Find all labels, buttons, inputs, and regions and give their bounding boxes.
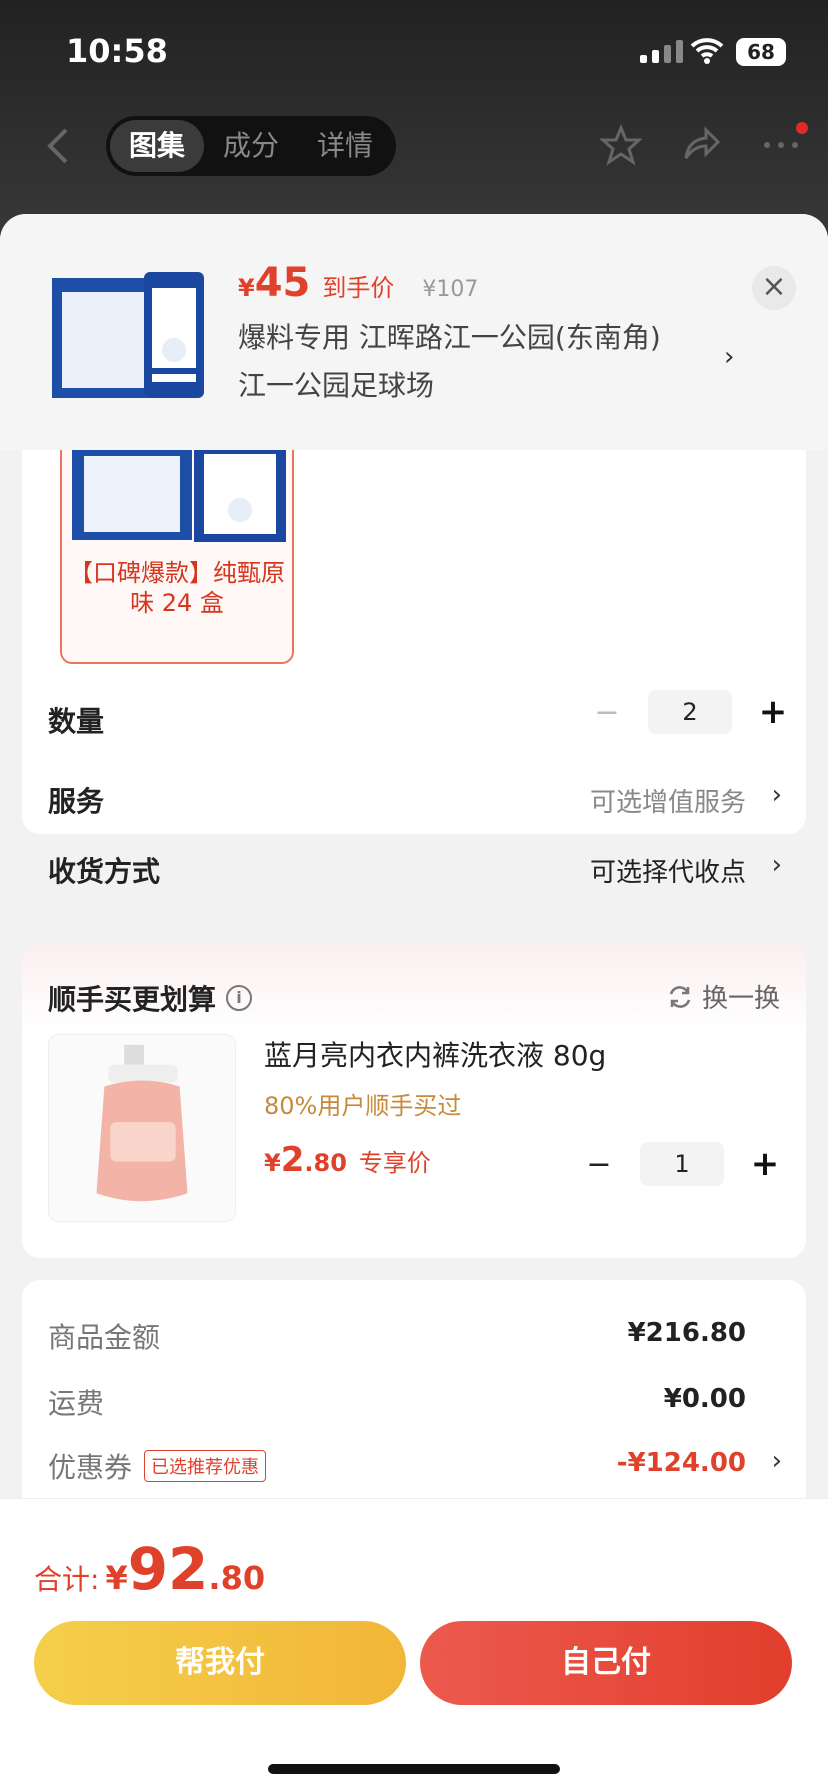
bundle-title-text: 顺手买更划算 xyxy=(48,983,217,1016)
coupon-value: -¥124.00 xyxy=(616,1448,746,1478)
service-chevron-icon: › xyxy=(771,780,782,810)
bundle-card: 顺手买更划算 i 换一换 蓝月亮内衣内裤洗衣液 80g 80%用户顺手买过 ¥ … xyxy=(22,944,806,1258)
checkout-bar: 合计: ¥ 92 .80 帮我付 自己付 xyxy=(0,1498,828,1792)
bundle-price-currency: ¥ xyxy=(264,1149,281,1177)
sku-image xyxy=(72,450,286,542)
original-price: ¥107 xyxy=(422,277,479,302)
total-int: 92 xyxy=(127,1535,209,1603)
tab-gallery[interactable]: 图集 xyxy=(110,120,204,172)
bundle-quantity-input[interactable]: 1 xyxy=(640,1142,724,1186)
coupon-row[interactable]: 优惠券 已选推荐优惠 -¥124.00 › xyxy=(48,1438,788,1488)
quantity-row: 数量 − 2 + xyxy=(48,690,788,750)
service-value: 可选增值服务 xyxy=(589,788,746,818)
battery-indicator: 68 xyxy=(736,38,786,66)
delivery-method-row[interactable]: 收货方式 可选择代收点 › xyxy=(48,840,788,900)
coupon-label: 优惠券 xyxy=(48,1451,133,1484)
refresh-icon xyxy=(669,985,691,1008)
coupon-chevron-icon: › xyxy=(771,1446,782,1476)
quantity-stepper: − 2 + xyxy=(592,690,788,734)
cellular-signal-icon xyxy=(640,40,683,63)
bundle-item-image xyxy=(48,1034,236,1222)
price-tag: 到手价 xyxy=(322,274,395,302)
increment-button[interactable]: + xyxy=(758,692,788,732)
price-summary-card: 商品金额 ¥216.80 运费 ¥0.00 优惠券 已选推荐优惠 -¥124.0… xyxy=(22,1280,806,1520)
swap-label: 换一换 xyxy=(701,984,780,1014)
bundle-quantity-stepper: − 1 + xyxy=(584,1142,780,1186)
sku-label: 【口碑爆款】纯甄原味 24 盒 xyxy=(69,559,285,617)
price-currency: ¥ xyxy=(238,274,255,302)
bundle-price-dec: .80 xyxy=(304,1149,347,1177)
goods-amount-value: ¥216.80 xyxy=(627,1318,746,1348)
delivery-method-value: 可选择代收点 xyxy=(589,858,746,888)
bundle-decrement-button[interactable]: − xyxy=(584,1147,614,1182)
quantity-label: 数量 xyxy=(48,705,105,738)
bundle-title: 顺手买更划算 i xyxy=(48,978,253,1018)
address-line-2: 江一公园足球场 xyxy=(238,369,435,402)
delivery-chevron-icon: › xyxy=(771,850,782,880)
shipping-value: ¥0.00 xyxy=(663,1384,746,1414)
delivery-method-label: 收货方式 xyxy=(48,855,161,888)
goods-amount-row: 商品金额 ¥216.80 xyxy=(48,1308,788,1358)
bundle-price-tag: 专享价 xyxy=(358,1149,431,1177)
status-time: 10:58 xyxy=(66,32,168,70)
nav-actions xyxy=(600,124,802,166)
coupon-label-group: 优惠券 已选推荐优惠 xyxy=(48,1446,267,1486)
back-arrow-icon[interactable] xyxy=(38,124,82,168)
bundle-item-subtitle: 80%用户顺手买过 xyxy=(264,1092,462,1120)
total-dec: .80 xyxy=(208,1559,266,1597)
wifi-icon xyxy=(690,38,724,64)
address-line-1: 爆料专用 江晖路江一公园(东南角) xyxy=(238,321,661,354)
shipping-row: 运费 ¥0.00 xyxy=(48,1374,788,1424)
goods-amount-label: 商品金额 xyxy=(48,1321,161,1354)
bundle-item-name: 蓝月亮内衣内裤洗衣液 80g xyxy=(264,1039,607,1072)
price-value: 45 xyxy=(254,260,311,306)
product-image xyxy=(52,272,204,398)
product-navbar: 图集 成分 详情 xyxy=(0,110,828,180)
section-tabs: 图集 成分 详情 xyxy=(106,116,396,176)
status-bar: 10:58 68 xyxy=(0,0,828,100)
address-chevron-icon[interactable]: › xyxy=(724,342,734,372)
total-label: 合计: xyxy=(34,1563,100,1596)
bundle-item-price: ¥ 2 .80 专享价 xyxy=(264,1140,431,1180)
total-price: 合计: ¥ 92 .80 xyxy=(34,1535,265,1603)
bundle-price-int: 2 xyxy=(280,1140,305,1180)
options-card: 【口碑爆款】纯甄原味 24 盒 数量 − 2 + 服务 可选增值服务 › xyxy=(22,450,806,834)
coupon-badge: 已选推荐优惠 xyxy=(144,1450,267,1482)
home-indicator[interactable] xyxy=(268,1764,560,1774)
share-icon[interactable] xyxy=(680,124,722,166)
star-icon[interactable] xyxy=(600,124,642,166)
product-header: ¥ 45 到手价 ¥107 爆料专用 江晖路江一公园(东南角) 江一公园足球场 … xyxy=(0,214,828,450)
final-price: ¥ 45 到手价 ¥107 xyxy=(238,260,478,306)
help-pay-button[interactable]: 帮我付 xyxy=(34,1621,406,1705)
self-pay-button[interactable]: 自己付 xyxy=(420,1621,792,1705)
bundle-increment-button[interactable]: + xyxy=(750,1144,780,1184)
tab-ingredients[interactable]: 成分 xyxy=(204,120,298,172)
quantity-input[interactable]: 2 xyxy=(648,690,732,734)
service-row[interactable]: 服务 可选增值服务 › xyxy=(48,770,788,830)
tab-details[interactable]: 详情 xyxy=(298,120,392,172)
close-icon[interactable]: × xyxy=(752,266,796,310)
delivery-address[interactable]: 爆料专用 江晖路江一公园(东南角) 江一公园足球场 xyxy=(238,314,718,410)
decrement-button[interactable]: − xyxy=(592,695,622,730)
notification-dot xyxy=(796,122,808,134)
shipping-label: 运费 xyxy=(48,1387,105,1420)
info-icon[interactable]: i xyxy=(226,985,253,1011)
sku-option-selected[interactable]: 【口碑爆款】纯甄原味 24 盒 xyxy=(60,450,294,664)
total-currency: ¥ xyxy=(105,1559,128,1597)
swap-button[interactable]: 换一换 xyxy=(666,978,780,1015)
service-label: 服务 xyxy=(48,785,105,818)
